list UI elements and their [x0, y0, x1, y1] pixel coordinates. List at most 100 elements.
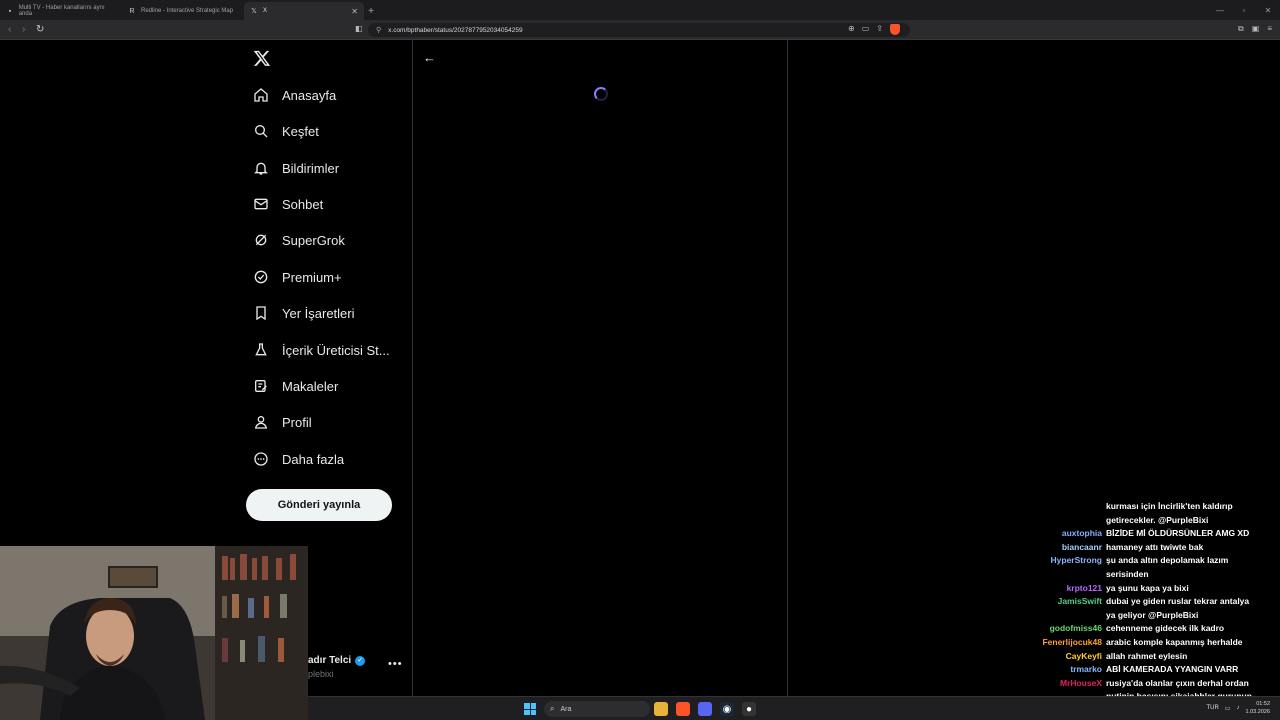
- windows-start-icon[interactable]: [524, 703, 536, 715]
- chat-username: MrHouseX: [1059, 677, 1102, 688]
- tab-title: Multi TV - Haber kanallarını aynı anda: [18, 5, 105, 17]
- loading-spinner-icon: [594, 87, 608, 101]
- browser-tab-active[interactable]: 𝕏 X ✕: [244, 2, 364, 20]
- streamer-webcam-image: [0, 546, 308, 720]
- nav-label: Premium+: [282, 269, 342, 285]
- back-arrow-icon[interactable]: ←: [423, 50, 436, 65]
- window-controls: — ▫ ✕: [1208, 0, 1280, 20]
- tab-title: X: [263, 8, 268, 14]
- nav-item-explore[interactable]: Keşfet: [252, 113, 319, 149]
- minimize-icon[interactable]: —: [1208, 0, 1232, 20]
- volume-icon[interactable]: ♪: [1237, 705, 1240, 711]
- chat-text: arabic komple kapanmış herhalde: [1106, 636, 1243, 647]
- article-icon: [252, 377, 270, 395]
- chat-username: auxtophia: [1061, 528, 1102, 539]
- reload-icon[interactable]: ↻: [36, 24, 44, 35]
- chat-username: [1000, 500, 1106, 514]
- tab-title: Redline - Interactive Strategic Map: [141, 8, 234, 14]
- nav-label: Sohbet: [282, 196, 324, 212]
- grok-icon: [252, 231, 270, 249]
- chat-text: şu anda altın depolamak lazım: [1106, 555, 1229, 566]
- nav-item-bookmarks[interactable]: Yer İşaretleri: [252, 295, 355, 331]
- browser-tab[interactable]: ▪ Multi TV - Haber kanallarını aynı anda: [0, 2, 122, 20]
- nav-label: Makaleler: [282, 378, 339, 394]
- main-column: ←: [412, 40, 788, 696]
- new-tab-button[interactable]: +: [364, 2, 378, 20]
- more-circle-icon: [252, 450, 270, 468]
- clock[interactable]: 01:52 1.03.2026: [1246, 700, 1270, 716]
- extensions-icon[interactable]: ⧉: [1238, 24, 1244, 34]
- site-settings-icon[interactable]: ⚲: [376, 26, 381, 34]
- chat-message: CayKeyfi allah rahmet eylesin: [1000, 650, 1280, 664]
- brave-shield-icon[interactable]: [890, 24, 900, 35]
- chat-message: JamisSwift dubai ye giden ruslar tekrar a…: [1000, 595, 1280, 609]
- url-field[interactable]: ⚲ x.com/bpthaber/status/2027877952034054…: [368, 23, 910, 37]
- nav-label: Anasayfa: [282, 87, 337, 103]
- redline-icon: R: [129, 7, 135, 15]
- close-tab-icon[interactable]: ✕: [351, 7, 358, 16]
- chat-text: hamaney attı twiwte bak: [1106, 541, 1204, 552]
- discord-icon[interactable]: [698, 702, 712, 716]
- nav-label: SuperGrok: [282, 232, 345, 248]
- nav-item-profile[interactable]: Profil: [252, 404, 312, 440]
- post-button[interactable]: Gönderi yayınla: [246, 489, 392, 521]
- menu-icon[interactable]: ≡: [1267, 24, 1272, 34]
- chat-message: kurması için İncirlik'ten kaldırıp: [1000, 500, 1280, 514]
- profile-name[interactable]: adır Telci ✓: [308, 655, 366, 666]
- webcam-overlay: [0, 546, 308, 720]
- share-icon[interactable]: ⇪: [876, 24, 883, 35]
- taskbar: ⌕ Ara ◉ ● TUR ▭ ♪ 01:52 1.03.2026: [308, 696, 1280, 720]
- chat-text: serisinden: [1106, 568, 1149, 579]
- zoom-icon[interactable]: ⊕: [848, 24, 855, 35]
- cast-icon[interactable]: ▭: [862, 24, 870, 35]
- chat-message: auxtophia BİZİDE Mİ ÖLDÜRSÜNLER AMG XD: [1000, 527, 1280, 541]
- sidebar-toggle-icon[interactable]: ▣: [1252, 24, 1260, 34]
- clock-time: 01:52: [1256, 701, 1270, 707]
- steam-icon[interactable]: ◉: [720, 702, 734, 716]
- url-text: x.com/bpthaber/status/202787795203405425…: [388, 26, 523, 34]
- chat-message: MrHouseX rusiya'da olanlar çıxın derhal o…: [1000, 677, 1280, 691]
- nav-item-chat[interactable]: Sohbet: [252, 186, 323, 222]
- browser-tab[interactable]: R Redline - Interactive Strategic Map: [122, 2, 244, 20]
- chat-text: allah rahmet eylesin: [1106, 650, 1188, 661]
- flask-icon: [252, 341, 270, 359]
- forward-icon[interactable]: ›: [22, 24, 25, 35]
- mail-icon: [252, 195, 270, 213]
- nav-item-articles[interactable]: Makaleler: [252, 368, 338, 404]
- nav-label: İçerik Üreticisi St...: [282, 342, 390, 358]
- nav-item-more[interactable]: Daha fazla: [252, 441, 344, 477]
- search-icon: ⌕: [550, 704, 555, 713]
- back-icon[interactable]: ‹: [8, 24, 11, 35]
- language-indicator[interactable]: TUR: [1207, 705, 1219, 711]
- chat-message: serisinden: [1000, 568, 1280, 582]
- nav-item-notifications[interactable]: Bildirimler: [252, 150, 339, 186]
- obs-icon[interactable]: ●: [742, 702, 756, 716]
- bookmark-page-icon[interactable]: ◧: [355, 24, 363, 33]
- network-icon[interactable]: ▭: [1225, 705, 1231, 712]
- nav-label: Yer İşaretleri: [282, 305, 355, 321]
- chat-username: Fenerlijocuk48: [1042, 636, 1102, 647]
- chat-text: BİZİDE Mİ ÖLDÜRSÜNLER AMG XD: [1106, 528, 1250, 539]
- nav-item-premium[interactable]: Premium+: [252, 259, 342, 295]
- nav-item-creator-studio[interactable]: İçerik Üreticisi St...: [252, 332, 390, 368]
- chat-message: HyperStrong şu anda altın depolamak lazım: [1000, 554, 1280, 568]
- chat-username: HyperStrong: [1050, 555, 1102, 566]
- chat-message: godofmiss46 cehenneme gidecek ilk kadro: [1000, 622, 1280, 636]
- maximize-icon[interactable]: ▫: [1232, 0, 1256, 20]
- account-menu-icon[interactable]: •••: [388, 658, 403, 670]
- home-icon: [252, 86, 270, 104]
- close-window-icon[interactable]: ✕: [1256, 0, 1280, 20]
- nav-item-supergrok[interactable]: SuperGrok: [252, 222, 345, 258]
- x-logo-icon[interactable]: [253, 49, 271, 67]
- chat-username: [1000, 514, 1106, 528]
- chat-message: Fenerlijocuk48 arabic komple kapanmış her…: [1000, 636, 1280, 650]
- file-explorer-icon[interactable]: [654, 702, 668, 716]
- chat-username: [1000, 568, 1106, 582]
- nav-item-home[interactable]: Anasayfa: [252, 77, 336, 113]
- chat-message: biancaanr hamaney attı twiwte bak: [1000, 541, 1280, 555]
- chat-text: rusiya'da olanlar çıxın derhal ordan: [1106, 677, 1249, 688]
- taskbar-search[interactable]: ⌕ Ara: [544, 701, 650, 717]
- chat-username: godofmiss46: [1049, 623, 1102, 634]
- brave-browser-icon[interactable]: [676, 702, 690, 716]
- clock-date: 1.03.2026: [1245, 709, 1270, 715]
